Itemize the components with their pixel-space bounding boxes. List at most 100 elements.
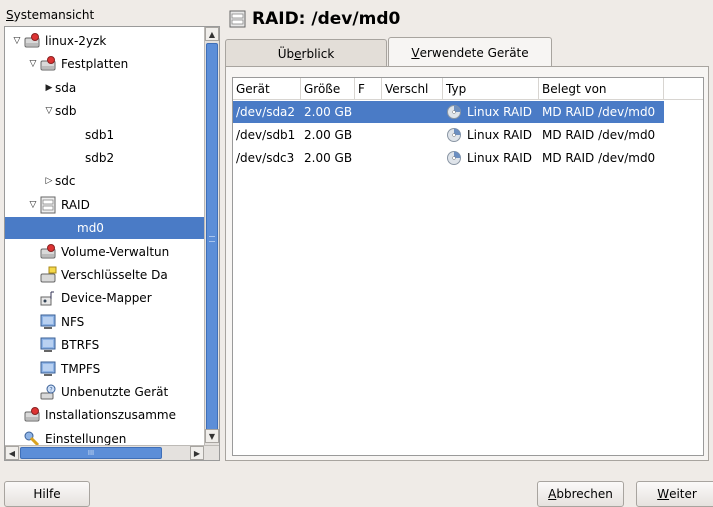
tree-item-unbenutzte-ger-t[interactable]: ? Unbenutzte Gerät (5, 381, 204, 403)
horizontal-scroll-thumb[interactable]: III (20, 447, 162, 459)
scroll-left-arrow-icon[interactable]: ◀ (5, 446, 19, 460)
unused-device-icon: ? (40, 384, 56, 400)
network-drive-icon (40, 314, 56, 329)
table-cell (382, 147, 443, 169)
devices-table[interactable]: Gerät Größe F Verschl Typ Belegt von /dev/sda… (232, 77, 704, 456)
tree-item-label: NFS (61, 314, 85, 329)
tab-content: Gerät Größe F Verschl Typ Belegt von /dev/sda… (225, 66, 709, 461)
tree-item-label: Installationszusamme (45, 408, 176, 423)
table-cell: /dev/sdc3 (236, 151, 295, 165)
tree-item-device-mapper[interactable]: Device-Mapper (5, 287, 204, 309)
table-cell: 2.00 GB (304, 128, 353, 142)
table-cell: Linux RAID (443, 124, 539, 146)
table-row[interactable]: /dev/sdc3 2.00 GB Linux RAID MD RAID /dev/m… (233, 147, 664, 169)
type-label: Linux RAID (467, 105, 532, 119)
disk-icon (447, 104, 461, 119)
column-header[interactable]: Typ (443, 78, 539, 100)
expanded-arrow-icon[interactable]: ▽ (27, 59, 39, 69)
raid-icon (229, 10, 246, 28)
expanded-arrow-icon[interactable]: ▽ (27, 200, 39, 210)
page-title: RAID: /dev/md0 (228, 7, 400, 31)
table-cell: MD RAID /dev/md0 (542, 151, 656, 165)
tree-item-label: Verschlüsselte Da (61, 268, 168, 282)
tree-item-label: md0 (77, 221, 104, 236)
column-header[interactable]: Größe (301, 78, 355, 100)
tree-item-label: sdc (55, 174, 76, 189)
table-cell (355, 101, 382, 123)
tree-list: ▽ linux-2yzk ▽ Festplatten ▶ sda ▽ sdb sdb1 sdb2 ▷… (5, 27, 204, 445)
scroll-up-arrow-icon[interactable]: ▲ (205, 27, 219, 41)
tree-item-label: sdb1 (85, 127, 115, 142)
harddisk-icon (24, 407, 40, 422)
table-cell (355, 124, 382, 146)
tree-item-label: Einstellungen (45, 431, 127, 445)
tree-item-label: Festplatten (61, 57, 129, 72)
tree-item-label: sdb (55, 104, 77, 119)
column-header[interactable]: Verschl (382, 78, 443, 100)
table-cell (382, 101, 443, 123)
tree-item-tmpfs[interactable]: TMPFS (5, 358, 204, 380)
disk-icon (447, 150, 461, 165)
table-cell: 2.00 GB (304, 151, 353, 165)
tree-vertical-scrollbar[interactable]: ▲ ▼ (204, 27, 219, 445)
raid-icon (40, 196, 56, 214)
expanded-arrow-icon[interactable]: ▽ (11, 36, 23, 46)
expanded-arrow-icon[interactable]: ▽ (43, 106, 55, 116)
tree-item-sdb1[interactable]: sdb1 (5, 124, 204, 146)
tree-item-label: Unbenutzte Gerät (61, 385, 169, 399)
next-button[interactable]: Weiter (636, 481, 713, 507)
table-cell: /dev/sdb1 (236, 128, 296, 142)
tree-item-label: sda (55, 80, 77, 95)
table-cell: Linux RAID (443, 147, 539, 169)
column-header[interactable]: Gerät (233, 78, 301, 100)
column-header[interactable]: F (355, 78, 382, 100)
table-cell: MD RAID /dev/md0 (542, 105, 656, 119)
tab-overview[interactable]: Üb e rblick (225, 39, 387, 67)
settings-icon (24, 431, 40, 445)
tree-item-linux-2yzk[interactable]: ▽ linux-2yzk (5, 30, 204, 52)
column-header[interactable]: Belegt von (539, 78, 664, 100)
tree-item-verschl-sselte-da[interactable]: Verschlüsselte Da (5, 264, 204, 286)
collapsed-arrow-icon[interactable]: ▷ (43, 176, 55, 186)
device-mapper-icon (40, 291, 54, 306)
tree-item-festplatten[interactable]: ▽ Festplatten (5, 53, 204, 75)
tree-item-label: linux-2yzk (45, 34, 107, 48)
help-button[interactable]: Hilfe (4, 481, 90, 507)
table-cell (382, 124, 443, 146)
system-view-tree[interactable]: ▽ linux-2yzk ▽ Festplatten ▶ sda ▽ sdb sdb1 sdb2 ▷… (4, 26, 220, 461)
tree-item-label: Volume-Verwaltun (61, 244, 170, 259)
tree-item-sdb[interactable]: ▽ sdb (5, 100, 204, 122)
disk-icon (447, 127, 461, 142)
table-row[interactable]: /dev/sda2 2.00 GB Linux RAID MD RAID /dev/m… (233, 101, 664, 123)
tree-item-btrfs[interactable]: BTRFS (5, 334, 204, 356)
tree-item-sdb2[interactable]: sdb2 (5, 147, 204, 169)
table-row[interactable]: /dev/sdb1 2.00 GB Linux RAID MD RAID /dev/m… (233, 124, 664, 146)
tree-horizontal-scrollbar[interactable]: ◀ III ▶ (5, 445, 219, 460)
tree-item-installationszusamme[interactable]: Installationszusamme (5, 404, 204, 426)
type-label: Linux RAID (467, 128, 532, 142)
collapsed-arrow-icon[interactable]: ▶ (43, 83, 55, 93)
tree-item-label: BTRFS (61, 338, 100, 353)
harddisk-icon (24, 33, 40, 48)
type-label: Linux RAID (467, 151, 532, 165)
tree-item-sdc[interactable]: ▷ sdc (5, 170, 204, 192)
system-view-label: Systemansicht (6, 8, 95, 22)
tree-item-volume-verwaltun[interactable]: Volume-Verwaltun (5, 241, 204, 263)
network-drive-icon (40, 361, 56, 376)
tree-item-einstellungen[interactable]: Einstellungen (5, 428, 204, 445)
vertical-scroll-thumb[interactable] (206, 43, 218, 435)
table-cell: MD RAID /dev/md0 (542, 128, 656, 142)
table-cell: 2.00 GB (304, 105, 353, 119)
encrypted-disk-icon (40, 266, 57, 283)
tree-item-md0[interactable]: md0 (5, 217, 204, 240)
tree-item-sda[interactable]: ▶ sda (5, 77, 204, 99)
table-cell: Linux RAID (443, 101, 539, 123)
scroll-right-arrow-icon[interactable]: ▶ (190, 446, 204, 460)
scroll-down-arrow-icon[interactable]: ▼ (205, 429, 219, 443)
tab-used-devices[interactable]: Verwendete Geräte (388, 37, 552, 67)
tree-item-raid[interactable]: ▽ RAID (5, 194, 204, 216)
cancel-button[interactable]: Abbrechen (537, 481, 624, 507)
harddisk-icon (40, 243, 56, 259)
tree-item-nfs[interactable]: NFS (5, 311, 204, 333)
tree-item-label: TMPFS (61, 361, 101, 376)
